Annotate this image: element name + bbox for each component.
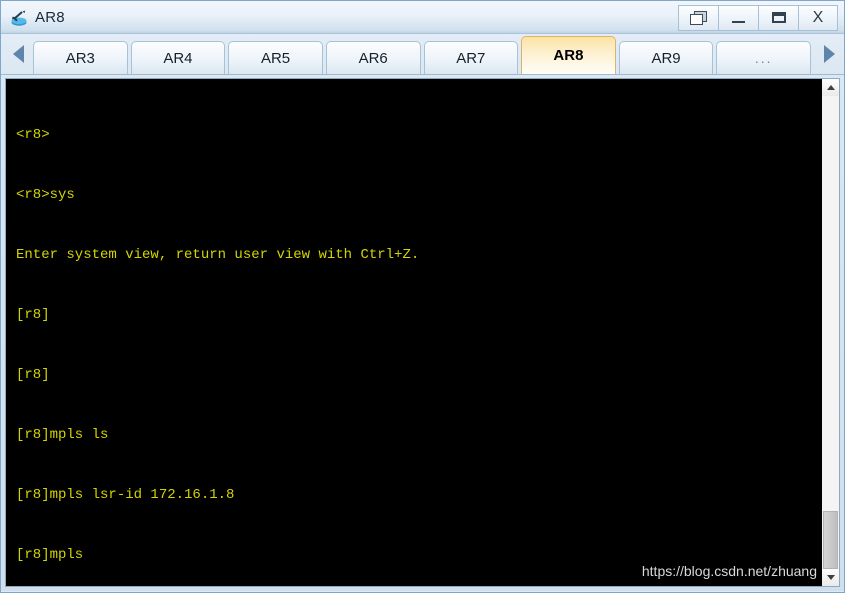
tab-list: AR3 AR4 AR5 AR6 AR7 AR8 AR9 ... <box>33 34 814 74</box>
tab-ar9[interactable]: AR9 <box>618 41 714 74</box>
scrollbar-thumb[interactable] <box>823 511 838 569</box>
tab-label: AR3 <box>65 49 95 67</box>
tab-label: AR8 <box>553 47 584 64</box>
restore-icon <box>689 10 708 25</box>
title-bar: AR8 X <box>1 1 844 34</box>
triangle-right-icon <box>823 45 835 63</box>
tab-scroll-right-button[interactable] <box>814 34 844 74</box>
tab-ar6[interactable]: AR6 <box>325 41 421 74</box>
terminal-line: [r8]mpls lsr-id 172.16.1.8 <box>16 487 235 503</box>
tab-bar: AR3 AR4 AR5 AR6 AR7 AR8 AR9 ... <box>1 34 844 75</box>
terminal-line: [r8] <box>16 307 50 323</box>
tab-label: AR5 <box>260 49 291 67</box>
terminal-console[interactable]: <r8> <r8>sys Enter system view, return u… <box>5 78 840 587</box>
triangle-left-icon <box>12 45 24 63</box>
close-icon: X <box>812 8 824 26</box>
tab-ar3[interactable]: AR3 <box>33 41 128 74</box>
minimize-window-button[interactable] <box>718 4 758 31</box>
close-window-button[interactable]: X <box>798 4 838 31</box>
tab-label: ... <box>754 50 773 66</box>
tab-label: AR4 <box>163 49 193 67</box>
restore-window-button[interactable] <box>678 4 718 31</box>
terminal-line: [r8]mpls <box>16 547 84 563</box>
terminal-line: Enter system view, return user view with… <box>16 247 420 263</box>
chevron-down-icon <box>826 575 835 580</box>
tab-scroll-left-button[interactable] <box>3 34 33 74</box>
window-title: AR8 <box>35 8 65 26</box>
terminal-container: <r8> <r8>sys Enter system view, return u… <box>1 75 844 591</box>
scrollbar-down-button[interactable] <box>822 569 839 586</box>
maximize-window-button[interactable] <box>758 4 798 31</box>
terminal-line: <r8>sys <box>16 187 75 203</box>
maximize-icon <box>771 12 786 23</box>
ar8-console-window: AR8 X AR3 AR4 AR5 AR6 AR7 AR8 AR9 ... <r… <box>0 0 845 593</box>
terminal-scrollbar[interactable] <box>821 79 839 586</box>
scrollbar-track[interactable] <box>822 96 839 569</box>
tab-ar5[interactable]: AR5 <box>228 41 323 74</box>
chevron-up-icon <box>826 85 835 90</box>
tab-label: AR9 <box>651 49 681 67</box>
terminal-output: <r8> <r8>sys Enter system view, return u… <box>6 79 821 586</box>
tab-label: AR6 <box>358 49 388 67</box>
terminal-line: [r8] <box>16 367 50 383</box>
tab-ar7[interactable]: AR7 <box>423 41 519 74</box>
window-controls: X <box>678 4 838 31</box>
terminal-line: <r8> <box>16 127 50 143</box>
scrollbar-up-button[interactable] <box>822 79 839 96</box>
router-icon <box>9 8 29 28</box>
tab-more[interactable]: ... <box>716 41 811 74</box>
terminal-line: [r8]mpls ls <box>16 427 109 443</box>
tab-label: AR7 <box>456 49 486 67</box>
minimize-icon <box>732 20 745 23</box>
tab-ar8[interactable]: AR8 <box>521 36 616 74</box>
tab-ar4[interactable]: AR4 <box>130 41 226 74</box>
